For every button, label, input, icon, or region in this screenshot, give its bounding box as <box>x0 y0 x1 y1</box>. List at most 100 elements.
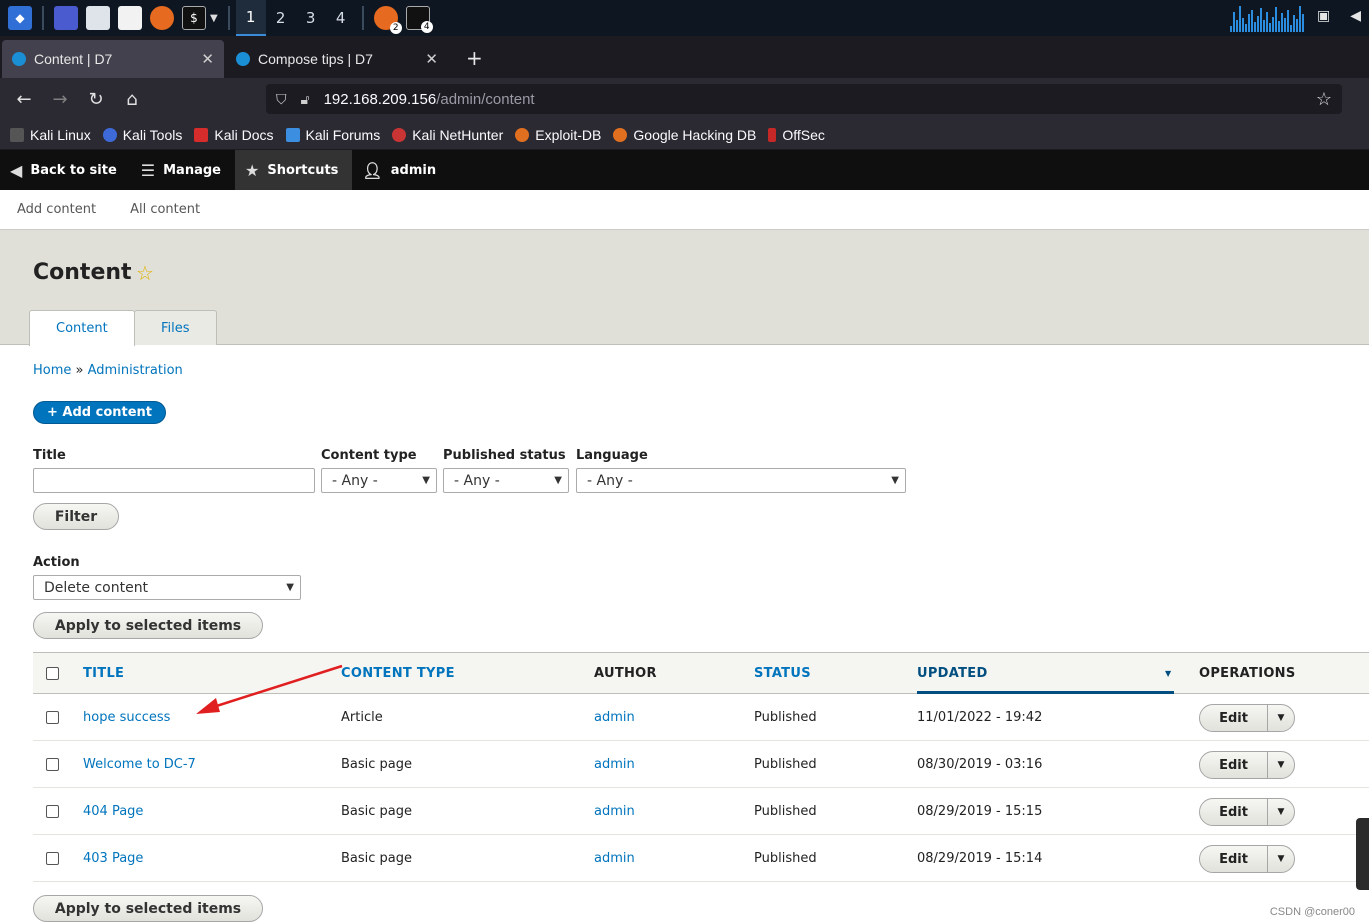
shortcuts-menu[interactable]: ★ Shortcuts <box>234 150 353 190</box>
title-filter-input[interactable] <box>33 468 315 493</box>
desktop-icon[interactable] <box>54 6 78 30</box>
user-menu[interactable]: 👤︎ admin <box>352 150 450 190</box>
row-author-link[interactable]: admin <box>594 694 635 740</box>
row-title-link[interactable]: 404 Page <box>83 788 143 834</box>
row-title-link[interactable]: 403 Page <box>83 835 143 881</box>
workspace-3[interactable]: 3 <box>296 0 326 36</box>
tray-icons: ▣ ◀ <box>1317 8 1361 24</box>
home-icon[interactable]: ⌂ <box>114 89 150 110</box>
row-checkbox[interactable] <box>46 710 59 724</box>
bookmark-offsec[interactable]: OffSec <box>768 127 825 143</box>
sort-desc-icon[interactable]: ▼ <box>1165 653 1171 693</box>
dropdown-toggle-icon[interactable]: ▼ <box>1268 752 1294 778</box>
row-author-link[interactable]: admin <box>594 788 635 834</box>
edit-button[interactable]: Edit <box>1200 799 1268 825</box>
breadcrumb-administration[interactable]: Administration <box>88 363 183 378</box>
row-checkbox[interactable] <box>46 804 59 818</box>
content-type-select[interactable]: - Any - ▼ <box>321 468 437 493</box>
row-title-link[interactable]: Welcome to DC-7 <box>83 741 196 787</box>
add-content-button[interactable]: + Add content <box>33 401 167 424</box>
operations-dropbutton: Edit ▼ <box>1199 751 1295 779</box>
row-updated: 08/30/2019 - 03:16 <box>917 756 1043 772</box>
row-title-link[interactable]: hope success <box>83 694 170 740</box>
back-arrow-icon[interactable]: ← <box>6 89 42 110</box>
forward-arrow-icon[interactable]: → <box>42 89 78 110</box>
firefox-icon[interactable] <box>150 6 174 30</box>
workspace-1[interactable]: 1 <box>235 0 266 36</box>
header-title[interactable]: TITLE <box>83 653 124 693</box>
new-tab-button[interactable]: + <box>448 46 501 78</box>
operations-dropbutton: Edit ▼ <box>1199 704 1295 732</box>
apply-to-selected-button[interactable]: Apply to selected items <box>33 612 263 639</box>
side-panel-handle[interactable] <box>1356 818 1369 890</box>
select-all-checkbox[interactable] <box>46 666 59 680</box>
display-icon[interactable]: ▣ <box>1317 8 1330 24</box>
tray-add-content-link[interactable]: Add content <box>17 202 96 217</box>
kali-menu-icon[interactable]: ◆ <box>8 6 32 30</box>
browser-tab-content[interactable]: Content | D7 ✕ <box>2 40 224 78</box>
text-editor-icon[interactable] <box>118 6 142 30</box>
bookmark-kali-tools[interactable]: Kali Tools <box>102 127 182 143</box>
bookmark-google-hacking-db[interactable]: Google Hacking DB <box>613 127 756 143</box>
dropdown-toggle-icon[interactable]: ▼ <box>1268 799 1294 825</box>
published-status-label: Published status <box>443 448 566 463</box>
edit-button[interactable]: Edit <box>1200 705 1268 731</box>
dropdown-toggle-icon[interactable]: ▼ <box>1268 705 1294 731</box>
select-arrow-icon: ▼ <box>422 475 430 486</box>
browser-tab-compose-tips[interactable]: Compose tips | D7 ✕ <box>226 40 448 78</box>
bookmark-kali-linux[interactable]: Kali Linux <box>10 127 91 143</box>
tray-all-content-link[interactable]: All content <box>130 202 200 217</box>
header-updated[interactable]: UPDATED <box>917 653 988 693</box>
row-author-link[interactable]: admin <box>594 835 635 881</box>
action-label: Action <box>33 555 80 570</box>
operations-dropbutton: Edit ▼ <box>1199 798 1295 826</box>
row-checkbox[interactable] <box>46 757 59 771</box>
bookmark-kali-docs[interactable]: Kali Docs <box>194 127 274 143</box>
bookmark-kali-nethunter[interactable]: Kali NetHunter <box>392 127 503 143</box>
back-to-site-link[interactable]: ◀ Back to site <box>0 150 131 190</box>
edit-button[interactable]: Edit <box>1200 752 1268 778</box>
nethunter-icon <box>392 127 407 142</box>
lock-icon[interactable]: 🔓︎ <box>301 91 310 108</box>
offsec-icon <box>768 127 777 142</box>
row-status: Published <box>754 709 817 725</box>
tab-content[interactable]: Content <box>29 310 135 346</box>
row-content-type: Basic page <box>341 803 413 819</box>
reload-icon[interactable]: ↻ <box>78 89 114 110</box>
filter-button[interactable]: Filter <box>33 503 119 530</box>
header-operations: OPERATIONS <box>1199 665 1296 681</box>
url-bar[interactable]: ⛉ 🔓︎ 192.168.209.156/admin/content ☆ <box>266 84 1342 114</box>
window-count-badge: 2 <box>389 22 402 34</box>
row-author-link[interactable]: admin <box>594 741 635 787</box>
file-manager-icon[interactable] <box>86 6 110 30</box>
terminal-icon[interactable]: $ <box>182 6 206 30</box>
tab-files[interactable]: Files <box>134 310 217 345</box>
workspace-2[interactable]: 2 <box>266 0 296 36</box>
row-status: Published <box>754 756 817 772</box>
manage-menu[interactable]: ☰ Manage <box>131 150 235 190</box>
action-select[interactable]: Delete content ▼ <box>33 575 301 600</box>
row-checkbox[interactable] <box>46 851 59 865</box>
edit-button[interactable]: Edit <box>1200 846 1268 872</box>
bookmark-star-icon[interactable]: ☆ <box>1316 89 1332 110</box>
published-status-select[interactable]: - Any - ▼ <box>443 468 569 493</box>
bookmark-exploit-db[interactable]: Exploit-DB <box>515 127 601 143</box>
volume-icon[interactable]: ◀ <box>1350 8 1361 24</box>
bookmark-kali-forums[interactable]: Kali Forums <box>285 127 380 143</box>
shortcut-star-icon[interactable]: ☆ <box>136 261 154 285</box>
workspace-4[interactable]: 4 <box>326 0 356 36</box>
language-select[interactable]: - Any - ▼ <box>576 468 906 493</box>
shield-icon[interactable]: ⛉ <box>276 91 287 108</box>
chevron-down-icon[interactable]: ▼ <box>210 13 218 24</box>
header-content-type[interactable]: CONTENT TYPE <box>341 653 455 693</box>
header-status[interactable]: STATUS <box>754 653 811 693</box>
terminal-window-icon[interactable]: 4 <box>405 6 433 33</box>
table-row: 403 Page Basic page admin Published 08/2… <box>33 835 1369 882</box>
breadcrumb-home[interactable]: Home <box>33 363 71 378</box>
page-header: Content ☆ Content Files <box>0 230 1369 346</box>
apply-to-selected-button-bottom[interactable]: Apply to selected items <box>33 895 263 922</box>
close-icon[interactable]: ✕ <box>425 50 438 68</box>
firefox-window-icon[interactable]: 2 <box>373 6 402 34</box>
dropdown-toggle-icon[interactable]: ▼ <box>1268 846 1294 872</box>
close-icon[interactable]: ✕ <box>201 50 214 68</box>
